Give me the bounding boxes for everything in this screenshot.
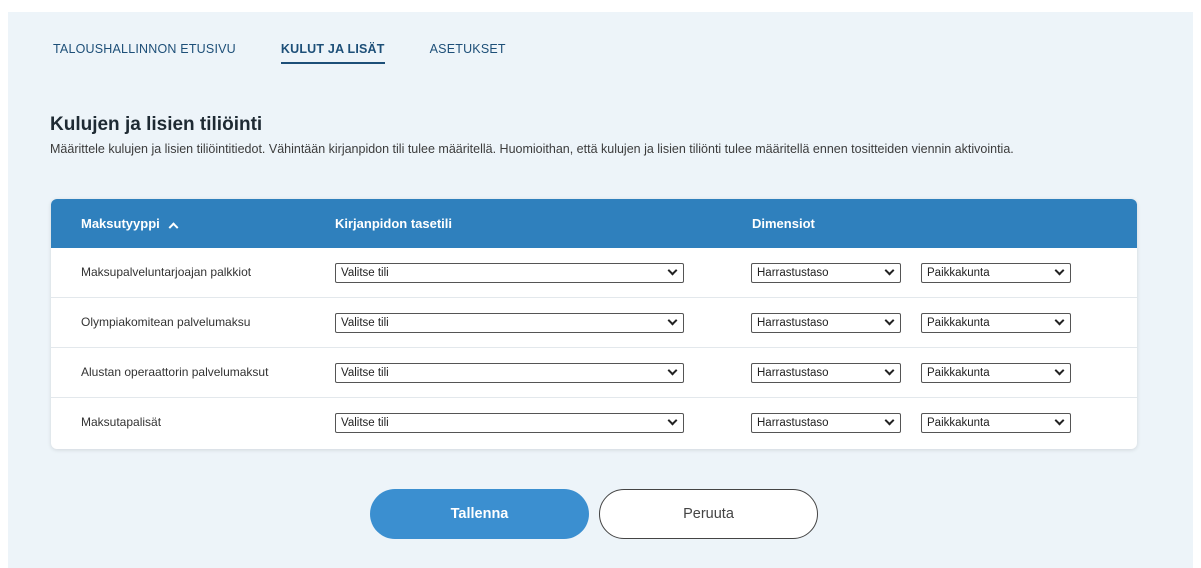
dimension-location-select[interactable]: Paikkakunta [921, 263, 1071, 283]
chevron-down-icon [884, 365, 895, 376]
cost-mapping-table: Maksutyyppi Kirjanpidon tasetili Dimensi… [51, 199, 1137, 449]
page-background: TALOUSHALLINNON ETUSIVU KULUT JA LISÄT A… [8, 12, 1193, 568]
chevron-down-icon [1054, 415, 1065, 426]
chevron-up-icon [168, 222, 179, 233]
dimension-location-select[interactable]: Paikkakunta [921, 313, 1071, 333]
payment-type-label: Alustan operaattorin palvelumaksut [81, 365, 269, 379]
dimension-location-value: Paikkakunta [927, 267, 990, 279]
dimension-level-select[interactable]: Harrastustaso [751, 263, 901, 283]
dimension-level-select[interactable]: Harrastustaso [751, 413, 901, 433]
chevron-down-icon [884, 315, 895, 326]
table-row: Maksutapalisät Valitse tili Harrastustas… [51, 398, 1137, 448]
dimension-location-value: Paikkakunta [927, 317, 990, 329]
account-select-value: Valitse tili [341, 367, 389, 379]
dimension-level-value: Harrastustaso [757, 267, 829, 279]
column-header-dimensions: Dimensiot [752, 216, 815, 231]
tab-costs-and-fees[interactable]: KULUT JA LISÄT [280, 42, 385, 64]
cancel-button[interactable]: Peruuta [599, 489, 818, 539]
dimension-level-value: Harrastustaso [757, 317, 829, 329]
account-select[interactable]: Valitse tili [335, 263, 684, 283]
table-row: Maksupalveluntarjoajan palkkiot Valitse … [51, 248, 1137, 298]
dimension-level-select[interactable]: Harrastustaso [751, 313, 901, 333]
column-header-balance-account: Kirjanpidon tasetili [335, 216, 453, 231]
chevron-down-icon [1054, 315, 1065, 326]
page-title: Kulujen ja lisien tiliöinti [50, 114, 263, 135]
chevron-down-icon [884, 415, 895, 426]
payment-type-label: Maksupalveluntarjoajan palkkiot [81, 265, 252, 279]
chevron-down-icon [667, 415, 678, 426]
payment-type-label: Olympiakomitean palvelumaksu [81, 315, 251, 329]
chevron-down-icon [667, 365, 678, 376]
dimension-level-value: Harrastustaso [757, 367, 829, 379]
column-header-payment-type[interactable]: Maksutyyppi [81, 216, 179, 233]
account-select[interactable]: Valitse tili [335, 313, 684, 333]
tab-settings[interactable]: ASETUKSET [430, 42, 506, 62]
dimension-location-value: Paikkakunta [927, 367, 990, 379]
column-header-payment-type-label: Maksutyyppi [81, 216, 160, 231]
table-header: Maksutyyppi Kirjanpidon tasetili Dimensi… [51, 199, 1137, 248]
dimension-location-select[interactable]: Paikkakunta [921, 413, 1071, 433]
save-button[interactable]: Tallenna [370, 489, 589, 539]
dimension-location-value: Paikkakunta [927, 417, 990, 429]
tab-finance-home[interactable]: TALOUSHALLINNON ETUSIVU [53, 42, 236, 62]
chevron-down-icon [884, 265, 895, 276]
account-select[interactable]: Valitse tili [335, 363, 684, 383]
account-select-value: Valitse tili [341, 267, 389, 279]
chevron-down-icon [1054, 265, 1065, 276]
account-select[interactable]: Valitse tili [335, 413, 684, 433]
chevron-down-icon [1054, 365, 1065, 376]
dimension-level-select[interactable]: Harrastustaso [751, 363, 901, 383]
table-row: Alustan operaattorin palvelumaksut Valit… [51, 348, 1137, 398]
chevron-down-icon [667, 315, 678, 326]
page-description: Määrittele kulujen ja lisien tiliöintiti… [50, 142, 1014, 156]
tab-bar: TALOUSHALLINNON ETUSIVU KULUT JA LISÄT A… [53, 42, 551, 64]
account-select-value: Valitse tili [341, 317, 389, 329]
dimension-location-select[interactable]: Paikkakunta [921, 363, 1071, 383]
chevron-down-icon [667, 265, 678, 276]
dimension-level-value: Harrastustaso [757, 417, 829, 429]
payment-type-label: Maksutapalisät [81, 415, 162, 429]
account-select-value: Valitse tili [341, 417, 389, 429]
table-row: Olympiakomitean palvelumaksu Valitse til… [51, 298, 1137, 348]
